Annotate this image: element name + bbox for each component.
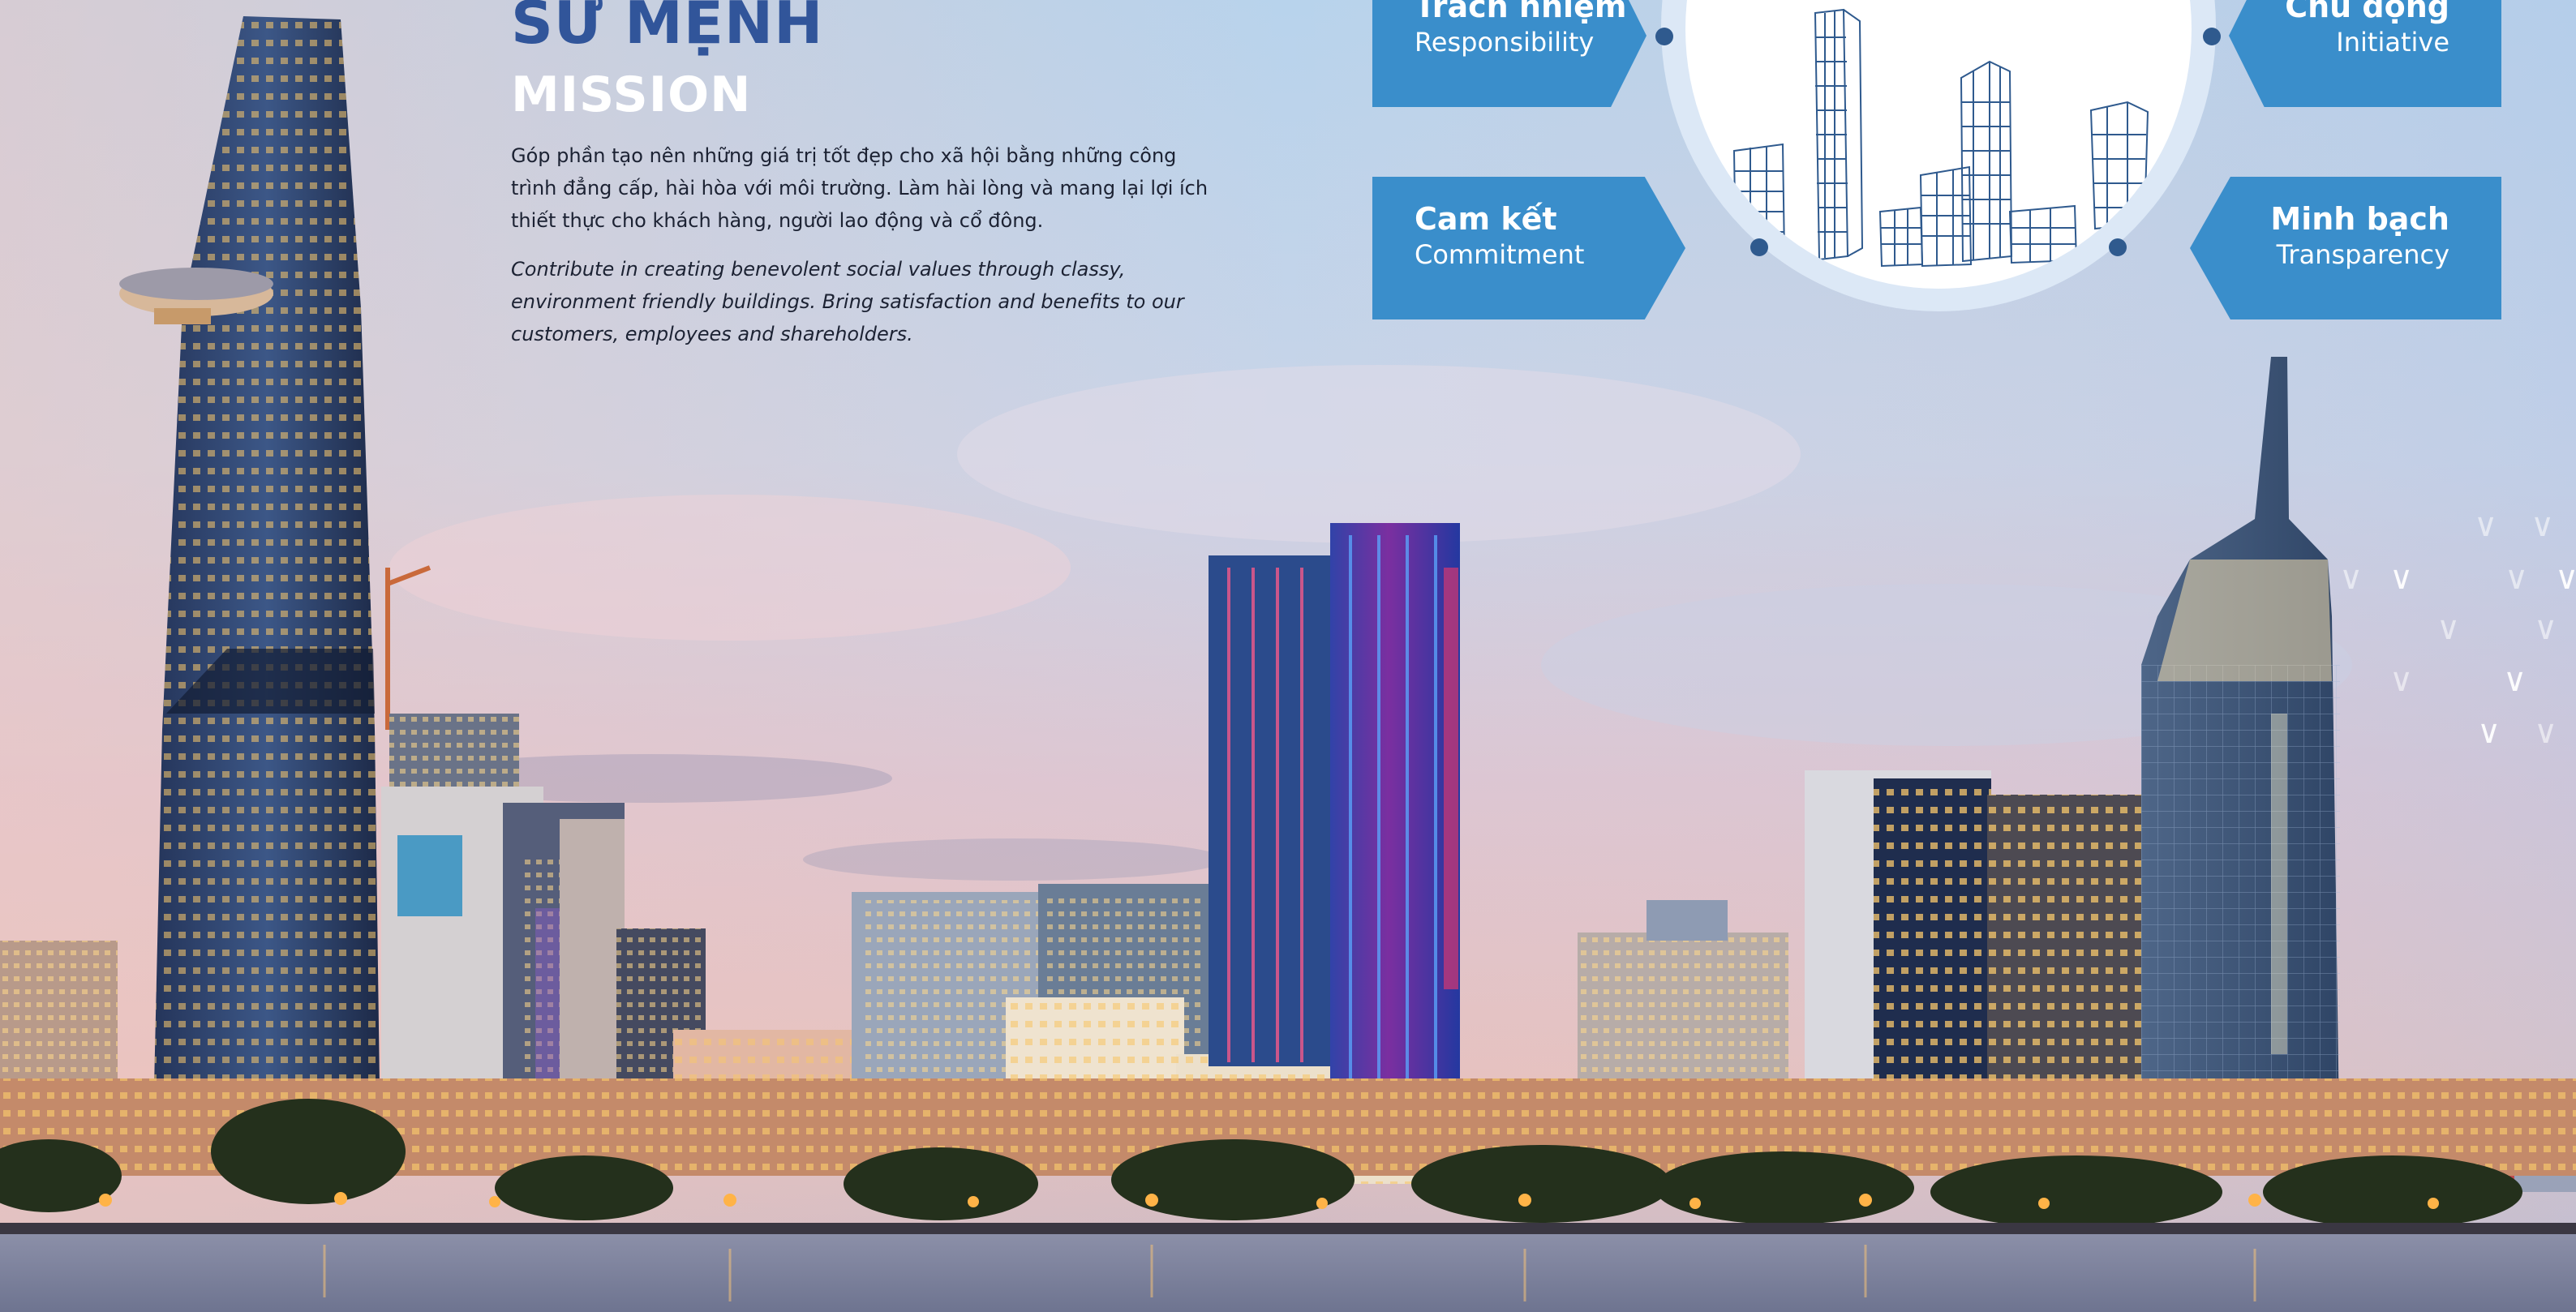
mission-title-en: MISSION: [511, 66, 752, 123]
mission-title-vi: SỨ MỆNH: [511, 0, 824, 57]
value-responsibility: Trách nhiệm Responsibility: [1372, 0, 1646, 107]
value-label-en: Responsibility: [1415, 27, 1595, 58]
value-label-vi: Chủ động: [2285, 0, 2449, 24]
value-commitment: Cam kết Commitment: [1372, 177, 1685, 319]
value-label-en: Initiative: [2336, 27, 2449, 58]
value-initiative: Chủ động Initiative: [2229, 0, 2501, 107]
connector-dot: [1750, 238, 1768, 256]
value-label-en: Commitment: [1415, 239, 1585, 270]
value-label-vi: Cam kết: [1415, 201, 1557, 237]
value-label-vi: Trách nhiệm: [1415, 0, 1627, 24]
connector-dot: [2203, 28, 2221, 45]
value-label-en: Transparency: [2276, 239, 2449, 270]
mission-text-vi: Góp phần tạo nên những giá trị tốt đẹp c…: [511, 144, 1209, 232]
value-transparency: Minh bạch Transparency: [2190, 177, 2501, 319]
mission-text-en: Contribute in creating benevolent social…: [511, 258, 1184, 345]
connector-dot: [2109, 238, 2127, 256]
connector-dot: [1655, 28, 1673, 45]
value-label-vi: Minh bạch: [2270, 201, 2449, 237]
